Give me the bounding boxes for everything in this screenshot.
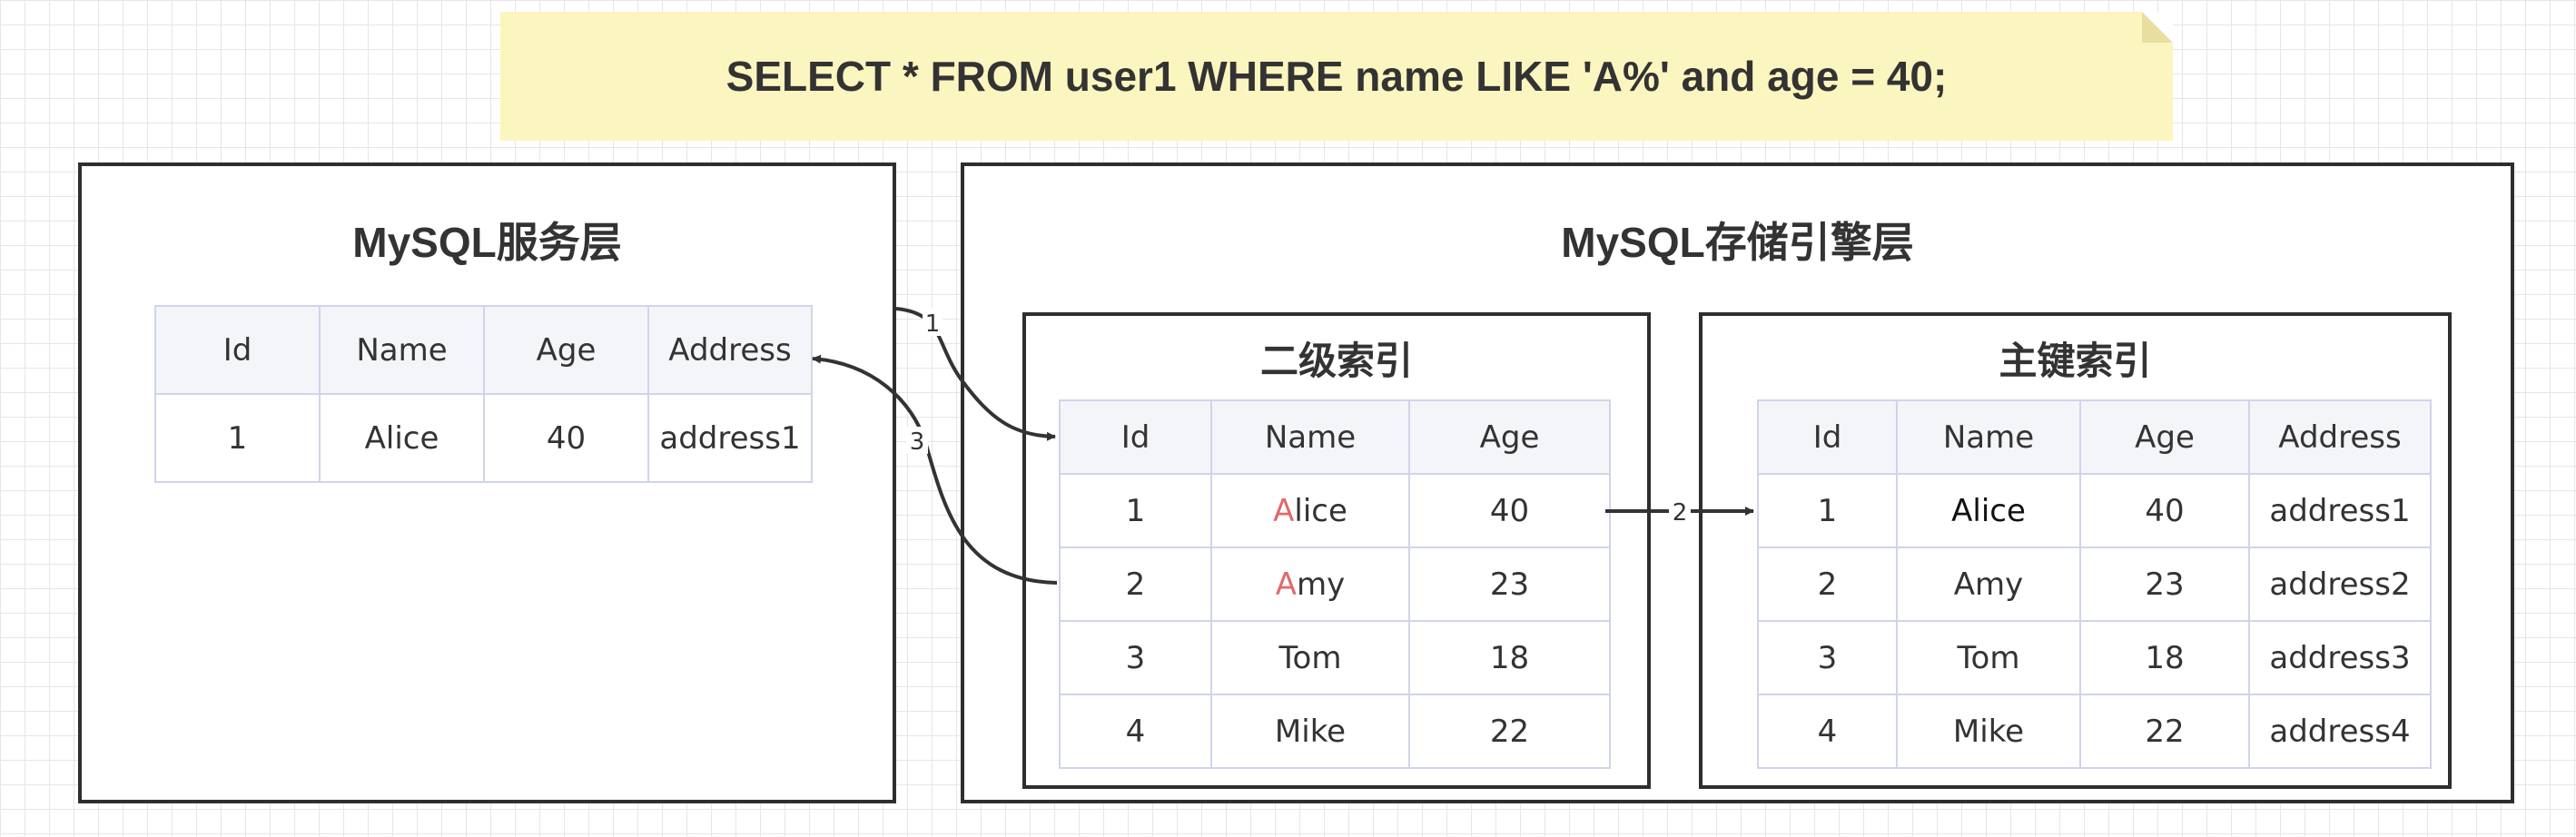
header-id: Id bbox=[154, 305, 321, 395]
secondary-index-table: Id Name Age 1 Alice 40 2 Amy 23 3 Tom 18… bbox=[1059, 399, 1611, 769]
cell-age: 22 bbox=[1408, 694, 1611, 769]
cell-age: 23 bbox=[1408, 547, 1611, 622]
arrow-1-label-bg bbox=[923, 309, 943, 336]
server-layer-panel: MySQL服务层 Id Name Age Address 1 Alice 40 … bbox=[78, 162, 896, 803]
cell-name: Amy bbox=[1210, 547, 1410, 622]
header-name: Name bbox=[1896, 399, 2081, 475]
cell-id: 3 bbox=[1059, 620, 1212, 695]
cell-name: Alice bbox=[1210, 473, 1410, 548]
cell-name: Mike bbox=[1896, 694, 2081, 769]
cell-id: 3 bbox=[1757, 620, 1898, 695]
header-name: Name bbox=[1210, 399, 1410, 475]
cell-id: 1 bbox=[154, 393, 321, 483]
table-row: 2 Amy 23 address2 bbox=[1757, 547, 2432, 622]
cell-id: 1 bbox=[1059, 473, 1212, 548]
table-row: 1 Alice 40 address1 bbox=[154, 393, 813, 483]
header-id: Id bbox=[1059, 399, 1212, 475]
cell-name: Amy bbox=[1896, 547, 2081, 622]
query-text: SELECT * FROM user1 WHERE name LIKE 'A%'… bbox=[725, 53, 1948, 100]
cell-age: 40 bbox=[483, 393, 649, 483]
table-header-row: Id Name Age Address bbox=[1757, 399, 2432, 475]
header-age: Age bbox=[483, 305, 649, 395]
name-prefix-highlight: A bbox=[1273, 492, 1295, 529]
cell-name: Tom bbox=[1210, 620, 1410, 695]
server-layer-title: MySQL服务层 bbox=[352, 219, 622, 266]
table-row: 4 Mike 22 bbox=[1059, 694, 1611, 769]
name-rest: lice bbox=[1294, 492, 1347, 529]
server-result-table: Id Name Age Address 1 Alice 40 address1 bbox=[154, 305, 813, 483]
storage-layer-title: MySQL存储引擎层 bbox=[1561, 219, 1914, 266]
header-id: Id bbox=[1757, 399, 1898, 475]
table-header-row: Id Name Age bbox=[1059, 399, 1611, 475]
arrow-3-label: 3 bbox=[910, 428, 925, 456]
cell-id: 1 bbox=[1757, 473, 1898, 548]
note-fold bbox=[2142, 12, 2173, 43]
table-row: 3 Tom 18 bbox=[1059, 620, 1611, 695]
cell-id: 4 bbox=[1059, 694, 1212, 769]
cell-address: address3 bbox=[2248, 620, 2432, 695]
table-row: 1 Alice 40 address1 bbox=[1757, 473, 2432, 548]
header-name: Name bbox=[319, 305, 485, 395]
cell-name: Alice bbox=[1896, 473, 2081, 548]
name-prefix-highlight: A bbox=[1275, 566, 1297, 603]
cell-id: 2 bbox=[1059, 547, 1212, 622]
cell-address: address1 bbox=[2248, 473, 2432, 548]
secondary-index-title: 二级索引 bbox=[1259, 340, 1413, 382]
primary-index-title: 主键索引 bbox=[1999, 340, 2152, 382]
table-row: 3 Tom 18 address3 bbox=[1757, 620, 2432, 695]
table-header-row: Id Name Age Address bbox=[154, 305, 813, 395]
cell-address: address4 bbox=[2248, 694, 2432, 769]
header-address: Address bbox=[647, 305, 813, 395]
cell-id: 4 bbox=[1757, 694, 1898, 769]
table-row: 4 Mike 22 address4 bbox=[1757, 694, 2432, 769]
arrow-3-label-bg bbox=[906, 427, 928, 454]
header-age: Age bbox=[2079, 399, 2250, 475]
header-age: Age bbox=[1408, 399, 1611, 475]
query-note: SELECT * FROM user1 WHERE name LIKE 'A%'… bbox=[500, 12, 2173, 141]
cell-address: address1 bbox=[647, 393, 813, 483]
cell-name: Tom bbox=[1896, 620, 2081, 695]
primary-index-panel: 主键索引 Id Name Age Address 1 Alice 40 addr… bbox=[1699, 312, 2452, 789]
name-rest: my bbox=[1297, 566, 1346, 603]
cell-age: 22 bbox=[2079, 694, 2250, 769]
cell-age: 18 bbox=[2079, 620, 2250, 695]
header-address: Address bbox=[2248, 399, 2432, 475]
cell-age: 40 bbox=[2079, 473, 2250, 548]
cell-address: address2 bbox=[2248, 547, 2432, 622]
table-row: 1 Alice 40 bbox=[1059, 473, 1611, 548]
cell-age: 23 bbox=[2079, 547, 2250, 622]
cell-age: 40 bbox=[1408, 473, 1611, 548]
cell-name: Alice bbox=[319, 393, 485, 483]
table-row: 2 Amy 23 bbox=[1059, 547, 1611, 622]
arrow-1-label: 1 bbox=[925, 310, 941, 338]
cell-name: Mike bbox=[1210, 694, 1410, 769]
primary-index-table: Id Name Age Address 1 Alice 40 address1 … bbox=[1757, 399, 2432, 769]
cell-id: 2 bbox=[1757, 547, 1898, 622]
cell-age: 18 bbox=[1408, 620, 1611, 695]
secondary-index-panel: 二级索引 Id Name Age 1 Alice 40 2 Amy 23 3 T… bbox=[1022, 312, 1651, 789]
